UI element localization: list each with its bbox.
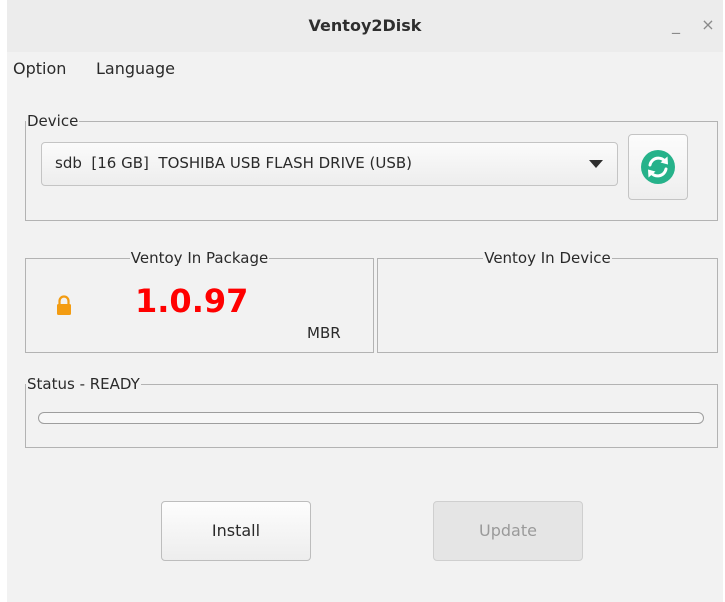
device-select[interactable]: sdb [16 GB] TOSHIBA USB FLASH DRIVE (USB… (41, 142, 618, 186)
refresh-icon (641, 150, 675, 184)
lock-icon (57, 295, 71, 315)
package-version: 1.0.97 (135, 282, 249, 320)
refresh-button[interactable] (628, 134, 688, 200)
menu-option[interactable]: Option (13, 59, 66, 78)
close-button[interactable]: × (697, 14, 719, 36)
device-group-label: Device (27, 112, 79, 130)
menu-language[interactable]: Language (96, 59, 175, 78)
status-label: Status - READY (27, 375, 140, 393)
minimize-button[interactable]: _ (665, 14, 687, 36)
install-button[interactable]: Install (161, 501, 311, 561)
ventoy2disk-window: Ventoy2Disk _ × Option Language Device s… (7, 0, 723, 602)
menu-bar: Option Language (7, 52, 723, 86)
device-version-group-label: Ventoy In Device (484, 249, 611, 267)
device-select-value: sdb [16 GB] TOSHIBA USB FLASH DRIVE (USB… (55, 154, 413, 172)
progress-bar (38, 412, 704, 424)
update-button[interactable]: Update (433, 501, 583, 561)
partition-style: MBR (307, 324, 341, 342)
window-title: Ventoy2Disk (308, 16, 422, 35)
chevron-down-icon (589, 160, 603, 168)
title-bar: Ventoy2Disk _ × (7, 0, 723, 52)
package-group-label: Ventoy In Package (130, 249, 269, 267)
device-version-group: Ventoy In Device (377, 249, 718, 353)
